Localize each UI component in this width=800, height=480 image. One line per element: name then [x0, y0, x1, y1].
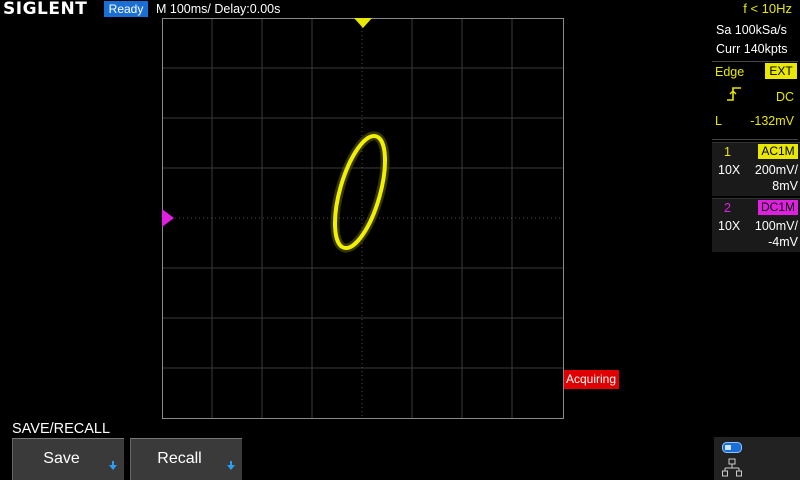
- ch2-offset-marker[interactable]: [162, 209, 174, 227]
- sample-rate-readout: Sa 100kSa/s: [716, 23, 787, 37]
- run-status-badge[interactable]: Ready: [104, 1, 148, 17]
- trigger-type: Edge: [715, 65, 745, 79]
- channel-2-number: 2: [724, 201, 731, 215]
- channel-1-offset: 8mV: [772, 179, 798, 193]
- usb-icon: [722, 442, 742, 453]
- menu-title: SAVE/RECALL: [12, 421, 111, 437]
- channel-2-scale: 100mV/: [754, 219, 798, 233]
- frequency-readout: f < 10Hz: [743, 1, 792, 16]
- trigger-position-marker[interactable]: [354, 18, 372, 28]
- channel-1-probe: 10X: [718, 163, 741, 177]
- channel-2-offset: -4mV: [768, 235, 798, 249]
- trigger-mode: L: [715, 114, 722, 128]
- trigger-level: -132mV: [750, 114, 794, 128]
- rising-edge-icon: [727, 87, 741, 101]
- channel-1-scale: 200mV/: [754, 163, 798, 177]
- trigger-source-badge: EXT: [765, 63, 797, 79]
- save-button-label: Save: [43, 450, 80, 467]
- memory-depth-readout: Curr 140kpts: [716, 42, 788, 56]
- waveform-display[interactable]: [162, 18, 564, 419]
- acquiring-status: Acquiring: [564, 370, 620, 389]
- trigger-coupling: DC: [775, 90, 794, 104]
- down-arrow-icon: [227, 461, 235, 470]
- channel-2-probe: 10X: [718, 219, 741, 233]
- down-arrow-icon: [109, 461, 117, 470]
- channel-1-number: 1: [724, 145, 731, 159]
- recall-button[interactable]: Recall: [130, 438, 242, 480]
- timebase-readout[interactable]: M 100ms/ Delay:0.00s: [156, 1, 280, 17]
- brand-logo: SIGLENT: [3, 0, 88, 19]
- save-button[interactable]: Save: [12, 438, 124, 480]
- channel-1-coupling-badge: AC1M: [758, 144, 798, 159]
- channel-2-coupling-badge: DC1M: [758, 200, 798, 215]
- lan-icon: [722, 458, 742, 477]
- recall-button-label: Recall: [157, 450, 202, 467]
